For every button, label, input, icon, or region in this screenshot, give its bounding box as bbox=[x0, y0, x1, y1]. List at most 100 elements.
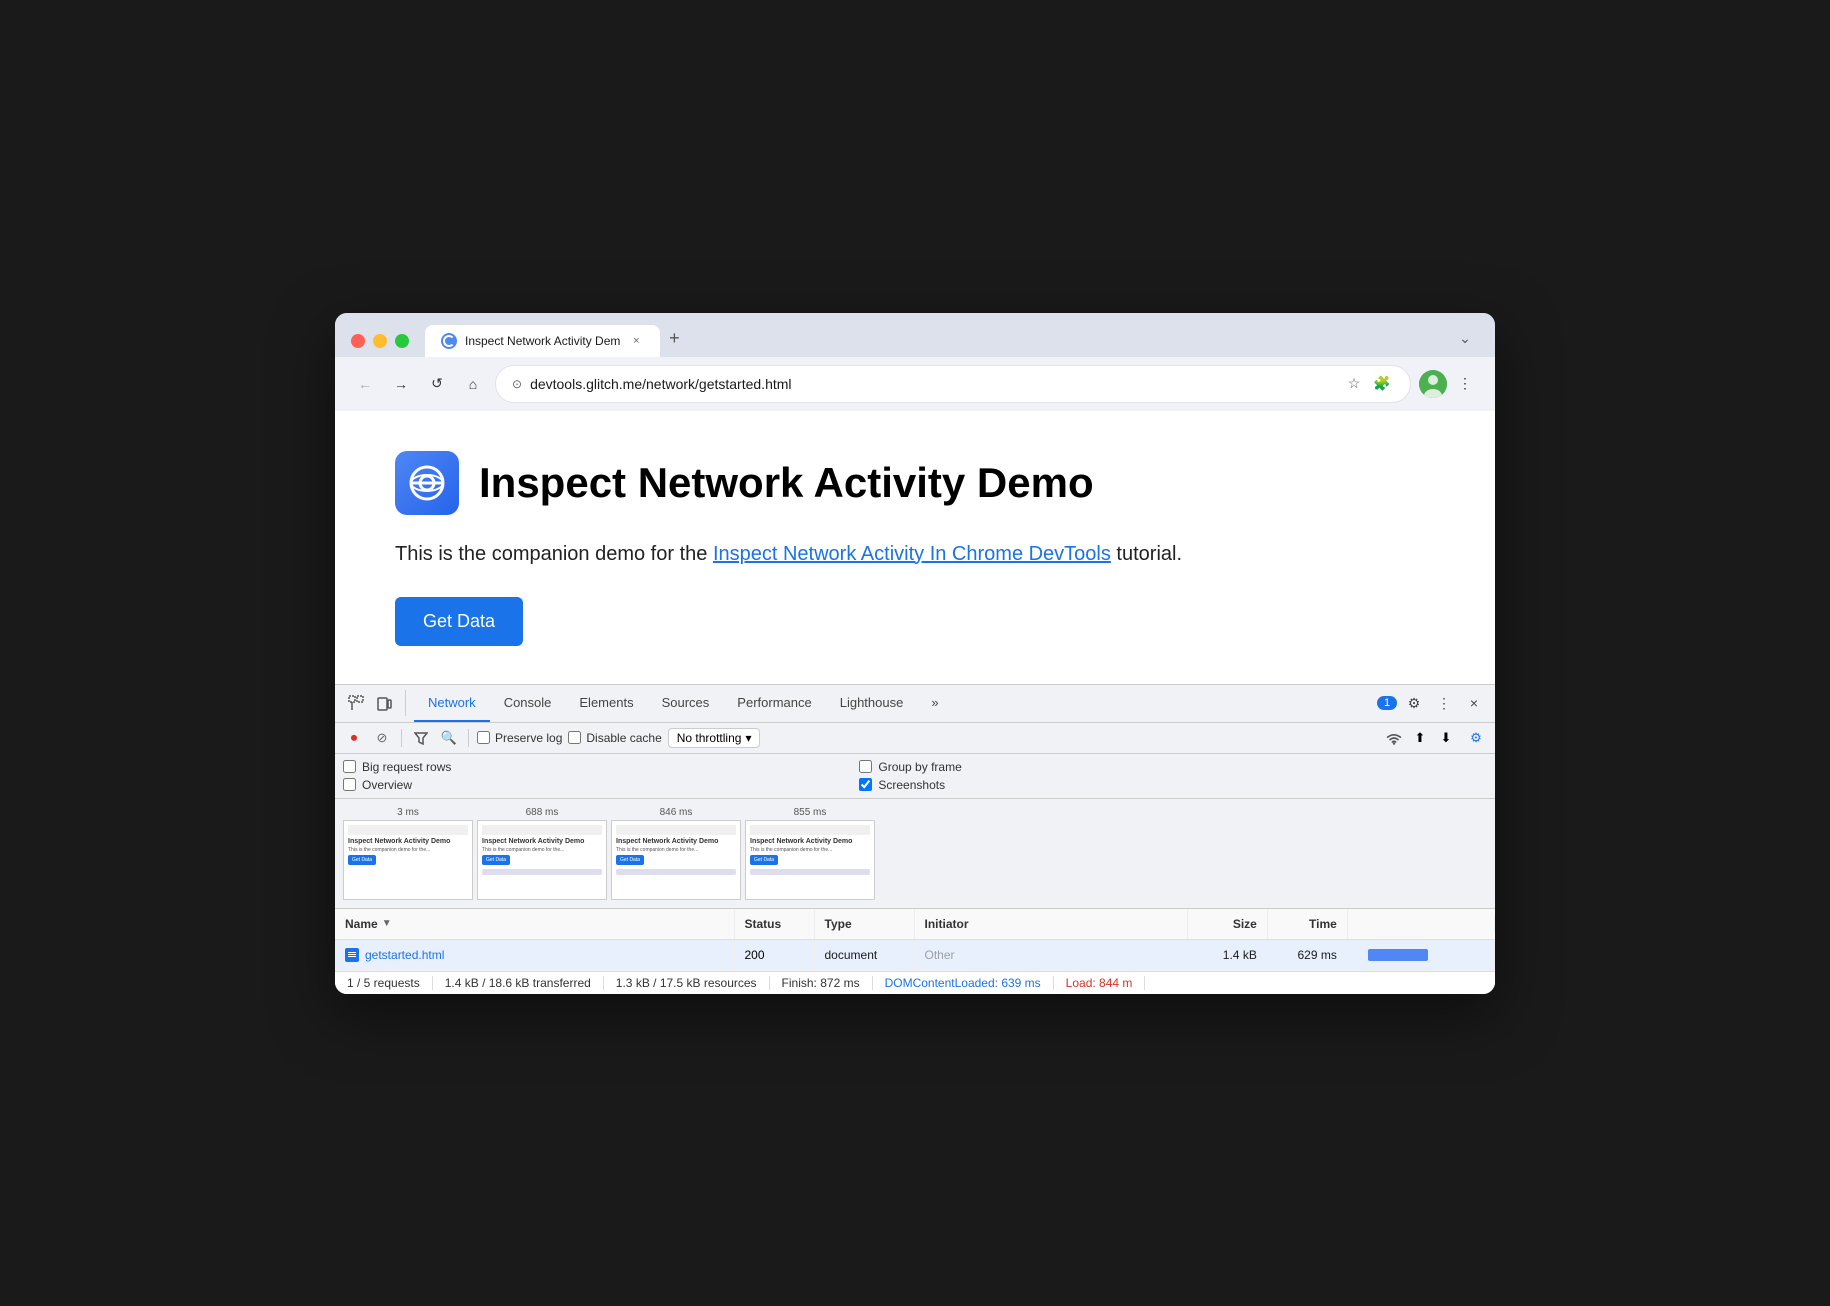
throttling-label: No throttling bbox=[677, 731, 742, 745]
address-actions: ☆ 🧩 bbox=[1342, 372, 1394, 396]
wifi-icon-button[interactable] bbox=[1383, 727, 1405, 749]
back-button[interactable]: ← bbox=[351, 370, 379, 398]
devtools-panel: Network Console Elements Sources Perform… bbox=[335, 684, 1495, 994]
tab-elements[interactable]: Elements bbox=[565, 685, 647, 722]
tab-performance[interactable]: Performance bbox=[723, 685, 825, 722]
overview-option[interactable]: Overview bbox=[343, 778, 451, 792]
tab-close-button[interactable]: × bbox=[628, 333, 644, 349]
clear-button[interactable]: ⊘ bbox=[371, 727, 393, 749]
minimize-button[interactable] bbox=[373, 334, 387, 348]
maximize-button[interactable] bbox=[395, 334, 409, 348]
tab-expand-button[interactable]: ⌄ bbox=[1451, 325, 1479, 353]
group-by-frame-option[interactable]: Group by frame bbox=[859, 760, 961, 774]
overview-checkbox[interactable] bbox=[343, 778, 356, 791]
options-right: Group by frame Screenshots bbox=[859, 760, 961, 792]
tutorial-link[interactable]: Inspect Network Activity In Chrome DevTo… bbox=[713, 543, 1111, 565]
traffic-lights bbox=[351, 334, 409, 348]
extensions-button[interactable]: 🧩 bbox=[1370, 372, 1394, 396]
table-header-row: Name ▼ Status Type Initiator Size Time bbox=[335, 909, 1495, 940]
column-header-type[interactable]: Type bbox=[815, 909, 915, 939]
devtools-more-button[interactable]: ⋮ bbox=[1431, 690, 1457, 716]
group-by-frame-checkbox[interactable] bbox=[859, 760, 872, 773]
address-bar[interactable]: ⊙ devtools.glitch.me/network/getstarted.… bbox=[495, 365, 1411, 403]
get-data-button[interactable]: Get Data bbox=[395, 597, 523, 646]
screenshot-time-3: 846 ms bbox=[660, 807, 693, 818]
close-button[interactable] bbox=[351, 334, 365, 348]
column-header-time[interactable]: Time bbox=[1268, 909, 1348, 939]
title-bar: Inspect Network Activity Dem × + ⌄ bbox=[335, 313, 1495, 357]
upload-icon-button[interactable]: ⬆ bbox=[1409, 727, 1431, 749]
screenshot-thumb-2[interactable]: Inspect Network Activity Demo This is th… bbox=[477, 820, 607, 900]
new-tab-button[interactable]: + bbox=[660, 325, 688, 353]
big-request-rows-option[interactable]: Big request rows bbox=[343, 760, 451, 774]
status-finish: Finish: 872 ms bbox=[770, 976, 873, 990]
network-settings-button[interactable]: ⚙ bbox=[1465, 727, 1487, 749]
download-icon-button[interactable]: ⬇ bbox=[1435, 727, 1457, 749]
table-row[interactable]: getstarted.html 200 document Other 1.4 k… bbox=[335, 940, 1495, 971]
disable-cache-input[interactable] bbox=[568, 731, 581, 744]
bookmark-button[interactable]: ☆ bbox=[1342, 372, 1366, 396]
options-row: Big request rows Overview Group by frame… bbox=[335, 754, 1495, 799]
screenshots-checkbox[interactable] bbox=[859, 778, 872, 791]
screenshots-option[interactable]: Screenshots bbox=[859, 778, 961, 792]
row-size-cell: 1.4 kB bbox=[1188, 940, 1268, 970]
tab-sources[interactable]: Sources bbox=[648, 685, 724, 722]
column-header-waterfall bbox=[1348, 916, 1495, 932]
forward-button[interactable]: → bbox=[387, 370, 415, 398]
address-security-icon: ⊙ bbox=[512, 377, 522, 391]
tab-title: Inspect Network Activity Dem bbox=[465, 334, 620, 348]
file-icon-line-2 bbox=[348, 954, 356, 955]
screenshot-item-2: 688 ms Inspect Network Activity Demo Thi… bbox=[477, 807, 607, 900]
throttling-arrow: ▾ bbox=[745, 731, 751, 745]
inspect-element-button[interactable] bbox=[343, 690, 369, 716]
address-text: devtools.glitch.me/network/getstarted.ht… bbox=[530, 376, 1334, 392]
page-header: Inspect Network Activity Demo bbox=[395, 451, 1435, 515]
toolbar-divider-1 bbox=[401, 729, 402, 747]
console-badge: 1 bbox=[1377, 696, 1397, 710]
file-icon-line-3 bbox=[348, 956, 356, 957]
browser-window: Inspect Network Activity Dem × + ⌄ ← → ↺… bbox=[335, 313, 1495, 994]
row-name-cell: getstarted.html bbox=[335, 940, 735, 970]
tab-lighthouse[interactable]: Lighthouse bbox=[826, 685, 918, 722]
desc-after: tutorial. bbox=[1111, 543, 1182, 565]
site-logo bbox=[395, 451, 459, 515]
home-button[interactable]: ⌂ bbox=[459, 370, 487, 398]
disable-cache-checkbox[interactable]: Disable cache bbox=[568, 731, 661, 745]
throttling-select[interactable]: No throttling ▾ bbox=[668, 728, 761, 748]
column-header-status[interactable]: Status bbox=[735, 909, 815, 939]
browser-tab[interactable]: Inspect Network Activity Dem × bbox=[425, 325, 660, 357]
nav-right: ⋮ bbox=[1419, 370, 1479, 398]
search-button[interactable]: 🔍 bbox=[438, 727, 460, 749]
tab-console[interactable]: Console bbox=[490, 685, 566, 722]
device-toolbar-button[interactable] bbox=[371, 690, 397, 716]
screenshot-thumb-4[interactable]: Inspect Network Activity Demo This is th… bbox=[745, 820, 875, 900]
nav-bar: ← → ↺ ⌂ ⊙ devtools.glitch.me/network/get… bbox=[335, 357, 1495, 411]
devtools-settings-button[interactable]: ⚙ bbox=[1401, 690, 1427, 716]
row-filename: getstarted.html bbox=[365, 948, 444, 962]
profile-avatar[interactable] bbox=[1419, 370, 1447, 398]
column-header-name[interactable]: Name ▼ bbox=[335, 909, 735, 939]
screenshot-thumb-1[interactable]: Inspect Network Activity Demo This is th… bbox=[343, 820, 473, 900]
file-icon-lines bbox=[348, 952, 356, 957]
devtools-close-button[interactable]: × bbox=[1461, 690, 1487, 716]
status-dom-content-loaded: DOMContentLoaded: 639 ms bbox=[873, 976, 1054, 990]
filter-button[interactable] bbox=[410, 727, 432, 749]
preserve-log-input[interactable] bbox=[477, 731, 490, 744]
reload-button[interactable]: ↺ bbox=[423, 370, 451, 398]
preserve-log-checkbox[interactable]: Preserve log bbox=[477, 731, 562, 745]
record-button[interactable]: ⏺ bbox=[343, 727, 365, 749]
screenshot-thumb-3[interactable]: Inspect Network Activity Demo This is th… bbox=[611, 820, 741, 900]
tab-more[interactable]: » bbox=[917, 685, 952, 722]
column-header-size[interactable]: Size bbox=[1188, 909, 1268, 939]
screenshots-label: Screenshots bbox=[878, 778, 945, 792]
tab-network[interactable]: Network bbox=[414, 685, 490, 722]
column-header-initiator[interactable]: Initiator bbox=[915, 909, 1188, 939]
network-table: Name ▼ Status Type Initiator Size Time bbox=[335, 909, 1495, 971]
screenshot-item-4: 855 ms Inspect Network Activity Demo Thi… bbox=[745, 807, 875, 900]
devtools-tabs: Network Console Elements Sources Perform… bbox=[414, 685, 1373, 722]
chrome-menu-button[interactable]: ⋮ bbox=[1451, 370, 1479, 398]
big-request-rows-checkbox[interactable] bbox=[343, 760, 356, 773]
screenshots-area: 3 ms Inspect Network Activity Demo This … bbox=[335, 799, 1495, 909]
big-request-rows-label: Big request rows bbox=[362, 760, 451, 774]
tabs-row: Inspect Network Activity Dem × + ⌄ bbox=[425, 325, 1479, 357]
